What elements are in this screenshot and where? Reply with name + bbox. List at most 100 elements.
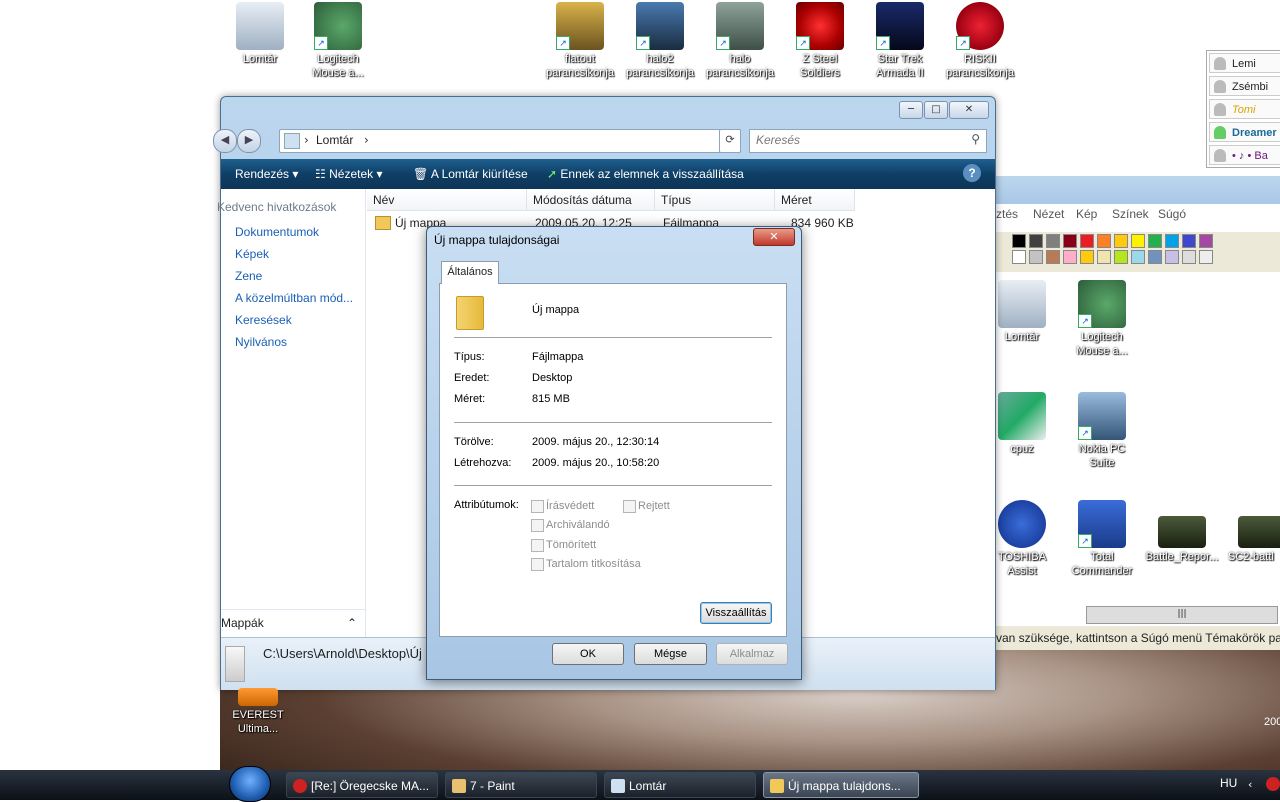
taskbar-button-properties[interactable]: Új mappa tulajdons... (763, 772, 919, 798)
origin-label: Eredet: (454, 372, 490, 384)
search-input[interactable]: Keresés ⚲ (749, 129, 987, 153)
color-swatch[interactable] (1063, 250, 1077, 264)
empty-recycle-bin-button[interactable]: 🗑 A Lomtár kiürítése (413, 167, 528, 181)
color-swatch[interactable] (1131, 234, 1145, 248)
color-swatch[interactable] (1097, 234, 1111, 248)
nav-link-recently-changed[interactable]: A közelmúltban mód... (235, 291, 353, 305)
nav-link-public[interactable]: Nyilvános (235, 335, 287, 349)
color-swatch[interactable] (1046, 250, 1060, 264)
contact-item[interactable]: Lemi (1209, 53, 1280, 73)
forward-button[interactable]: ▶ (237, 129, 261, 153)
organize-button[interactable]: Rendezés ▾ (235, 167, 298, 181)
desktop-icon-risk2[interactable]: ↗ RISKII parancsikonja (940, 2, 1020, 80)
desktop-icon-total-commander[interactable]: ↗ Total Commander (1062, 500, 1142, 578)
start-button[interactable] (229, 766, 271, 802)
color-swatch[interactable] (1114, 250, 1128, 264)
taskbar-button-recycle-bin[interactable]: Lomtár (604, 772, 756, 798)
shortcut-arrow-icon: ↗ (1078, 426, 1092, 440)
color-swatch[interactable] (1148, 234, 1162, 248)
compressed-label: Tömörített (546, 539, 597, 551)
contact-item[interactable]: Zsémbi (1209, 76, 1280, 96)
tray-app-icon[interactable] (1266, 777, 1280, 791)
color-swatch[interactable] (1097, 250, 1111, 264)
color-swatch[interactable] (1046, 234, 1060, 248)
search-icon[interactable]: ⚲ (971, 132, 980, 146)
readonly-checkbox[interactable] (531, 500, 544, 513)
nav-link-pictures[interactable]: Képek (235, 247, 269, 261)
desktop-icon-flatout[interactable]: ↗ flatout parancsikonja (540, 2, 620, 80)
color-swatch[interactable] (1029, 250, 1043, 264)
nav-link-documents[interactable]: Dokumentumok (235, 225, 319, 239)
contact-item[interactable]: Tomi (1209, 99, 1280, 119)
menu-view[interactable]: Nézet (1033, 207, 1064, 221)
desktop-icon-star-trek[interactable]: ↗ Star Trek Armada II (860, 2, 940, 80)
ok-button[interactable]: OK (552, 643, 624, 665)
apply-button[interactable]: Alkalmaz (716, 643, 788, 665)
column-header-name[interactable]: Név (367, 189, 527, 211)
color-swatch[interactable] (1182, 234, 1196, 248)
recycle-bin-icon: 🗑 (413, 167, 429, 181)
restore-item-button[interactable]: ➚ Ennek az elemnek a visszaállítása (547, 167, 744, 181)
chevron-left-icon[interactable]: ‹ (1248, 778, 1252, 791)
color-swatch[interactable] (1012, 234, 1026, 248)
column-header-date[interactable]: Módosítás dátuma (527, 189, 655, 211)
color-swatch[interactable] (1165, 250, 1179, 264)
color-swatch[interactable] (1131, 250, 1145, 264)
desktop-icon-sc2-battle[interactable]: SC2-battl (1222, 516, 1280, 564)
taskbar-button-browser[interactable]: [Re:] Öregecske MA... (286, 772, 438, 798)
color-swatch[interactable] (1080, 250, 1094, 264)
back-button[interactable]: ◀ (213, 129, 237, 153)
breadcrumb[interactable]: Lomtár (316, 133, 353, 147)
taskbar-button-paint[interactable]: 7 - Paint (445, 772, 597, 798)
menu-edit[interactable]: ztés (996, 207, 1018, 221)
desktop-icon-battle-report[interactable]: Battle_Repor... (1142, 516, 1222, 564)
desktop-icon-recycle-bin[interactable]: Lomtár (220, 2, 300, 66)
maximize-button[interactable]: □ (924, 101, 948, 119)
minimize-button[interactable]: ─ (899, 101, 923, 119)
color-swatch[interactable] (1182, 250, 1196, 264)
desktop-icon-label: flatout (565, 53, 595, 65)
menu-image[interactable]: Kép (1076, 207, 1097, 221)
color-swatch[interactable] (1165, 234, 1179, 248)
encrypt-checkbox[interactable] (531, 558, 544, 571)
nav-link-music[interactable]: Zene (235, 269, 262, 283)
hidden-checkbox[interactable] (623, 500, 636, 513)
messenger-contact-list: Lemi Zsémbi Tomi Dreamer • ♪ • Ba (1206, 50, 1280, 168)
dialog-close-button[interactable]: ✕ (753, 228, 795, 246)
horizontal-scrollbar[interactable]: ||| (1086, 606, 1278, 624)
color-swatch[interactable] (1029, 234, 1043, 248)
menu-colors[interactable]: Színek (1112, 207, 1149, 221)
folders-toggle[interactable]: Mappák ⌃ (221, 609, 365, 636)
desktop-icon-logitech-2[interactable]: ↗ Logitech Mouse a... (1062, 280, 1142, 358)
color-swatch[interactable] (1080, 234, 1094, 248)
desktop-icon-steel-soldiers[interactable]: ↗ Z Steel Soldiers (780, 2, 860, 80)
nav-link-searches[interactable]: Keresések (235, 313, 292, 327)
menu-help[interactable]: Súgó (1158, 207, 1186, 221)
cancel-button[interactable]: Mégse (634, 643, 707, 665)
compressed-checkbox[interactable] (531, 539, 544, 552)
desktop-icon-logitech[interactable]: ↗ Logitech Mouse a... (298, 2, 378, 80)
contact-item[interactable]: Dreamer (1209, 122, 1280, 142)
desktop-icon-halo2[interactable]: ↗ halo2 parancsikonja (620, 2, 700, 80)
desktop-icon-everest[interactable]: EVEREST Ultima... (218, 688, 298, 736)
color-swatch[interactable] (1114, 234, 1128, 248)
language-indicator[interactable]: HU (1220, 776, 1237, 790)
column-header-size[interactable]: Méret (775, 189, 855, 211)
close-button[interactable]: ✕ (949, 101, 989, 119)
archive-checkbox[interactable] (531, 519, 544, 532)
restore-button[interactable]: Visszaállítás (700, 602, 772, 624)
color-swatch[interactable] (1199, 250, 1213, 264)
address-bar[interactable]: › Lomtár › ▼ (279, 129, 741, 153)
desktop-icon-nokia-pc-suite[interactable]: ↗ Nokia PC Suite (1062, 392, 1142, 470)
help-icon[interactable]: ? (963, 164, 981, 182)
views-button[interactable]: ☷ Nézetek ▾ (315, 167, 383, 181)
color-swatch[interactable] (1012, 250, 1026, 264)
column-header-type[interactable]: Típus (655, 189, 775, 211)
contact-item[interactable]: • ♪ • Ba (1209, 145, 1280, 165)
refresh-button[interactable]: ⟳ (719, 129, 741, 153)
color-swatch[interactable] (1063, 234, 1077, 248)
tab-general[interactable]: Általános (441, 261, 499, 284)
color-swatch[interactable] (1148, 250, 1162, 264)
color-swatch[interactable] (1199, 234, 1213, 248)
desktop-icon-halo[interactable]: ↗ halo parancsikonja (700, 2, 780, 80)
